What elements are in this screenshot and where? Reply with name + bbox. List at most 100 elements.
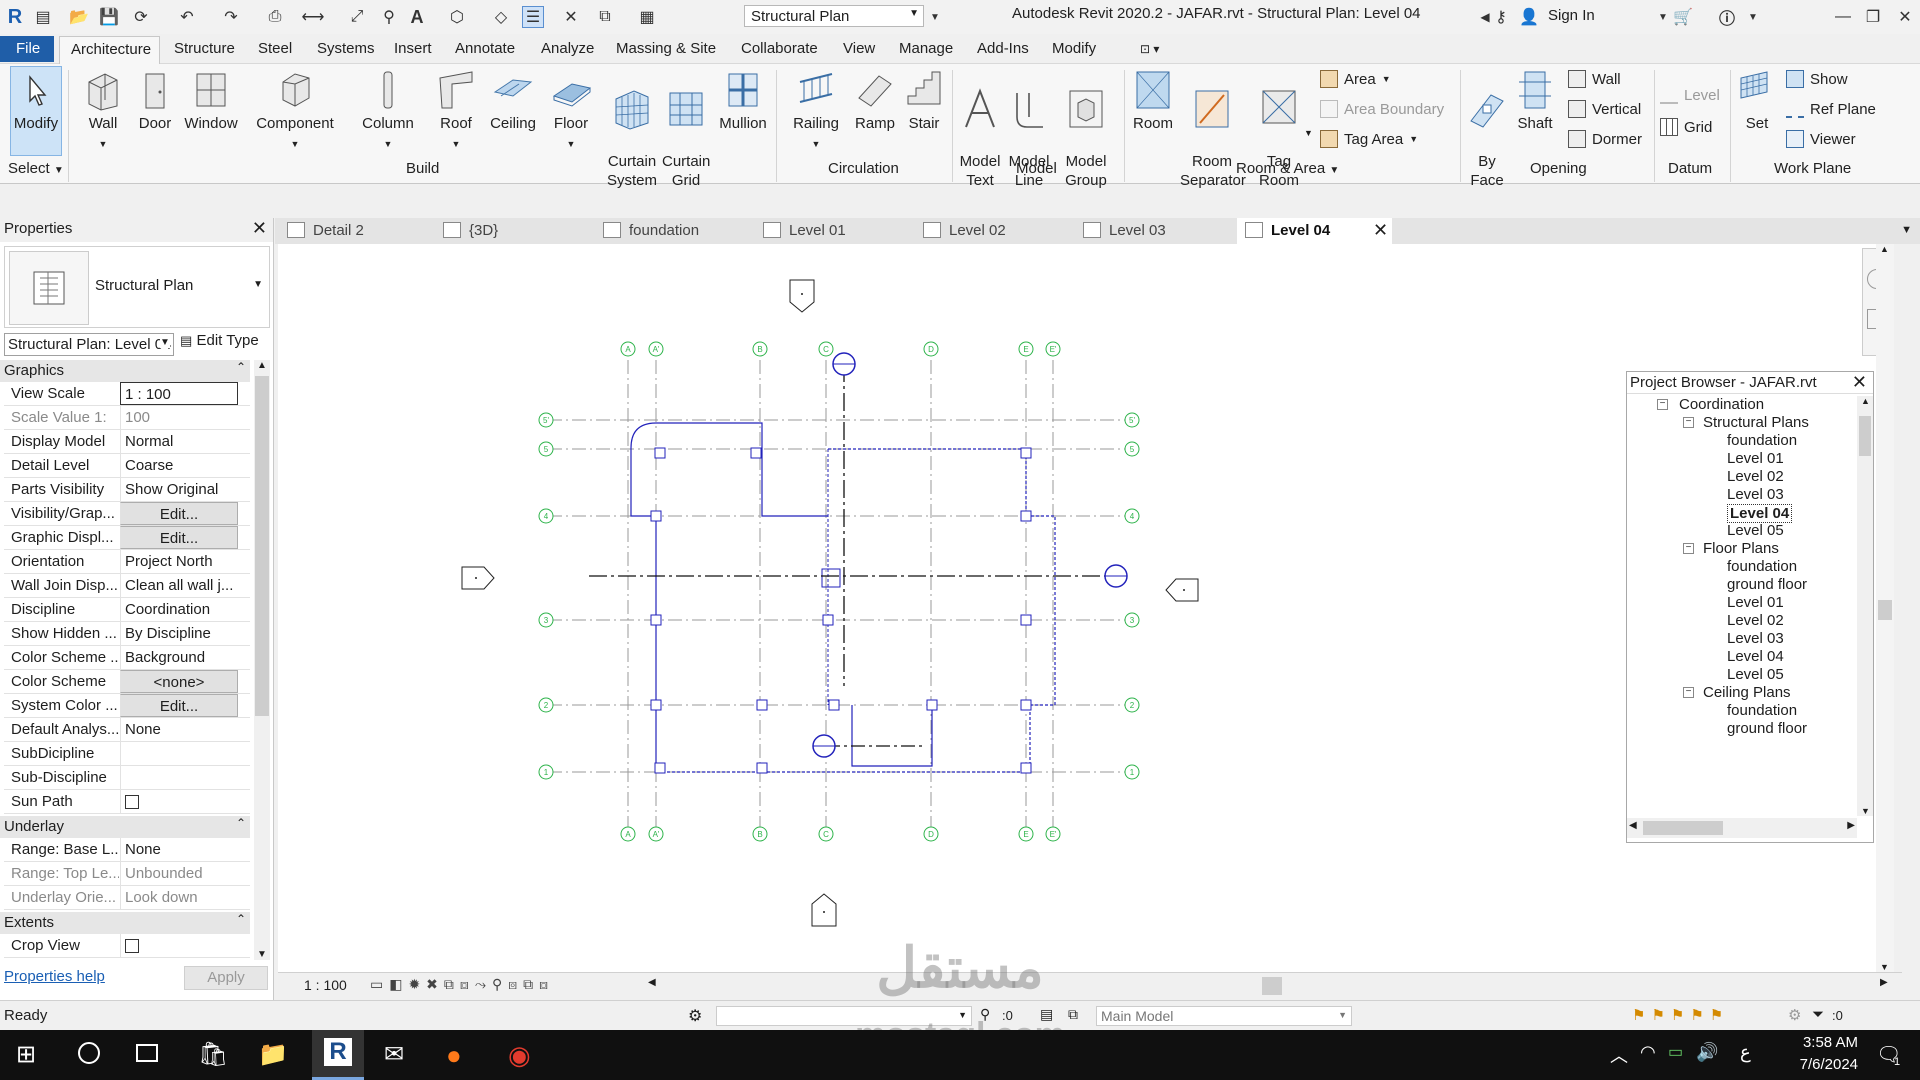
tab-level-03[interactable]: Level 03 (1075, 218, 1172, 244)
file-explorer-icon[interactable]: 📁 (258, 1040, 288, 1069)
browser-item[interactable]: Level 01 (1727, 450, 1784, 467)
ref-plane-button[interactable]: Ref Plane (1786, 100, 1876, 118)
tab-insert[interactable]: Insert (394, 40, 432, 57)
wifi-icon[interactable]: ◠ (1640, 1042, 1656, 1063)
store-icon[interactable]: 🛍 (198, 1040, 228, 1069)
tab-detail-2[interactable]: Detail 2 (279, 218, 370, 244)
browser-item[interactable]: Level 04 (1727, 504, 1793, 523)
close-tab-icon[interactable]: ✕ (1373, 220, 1388, 241)
scrollbar-thumb[interactable] (1878, 600, 1892, 620)
curtain-grid-button[interactable]: Curtain Grid (662, 68, 710, 190)
property-value[interactable] (120, 790, 238, 813)
tab-systems[interactable]: Systems (317, 40, 375, 57)
scroll-left-icon[interactable]: ◀ (1629, 820, 1637, 831)
measure-icon[interactable]: ⟷ (302, 6, 325, 28)
background-process-icon[interactable]: ⚙ (1788, 1006, 1801, 1024)
show-workplane-button[interactable]: Show (1786, 70, 1848, 88)
close-hidden-icon[interactable]: ✕ (560, 6, 582, 28)
roof-button[interactable]: Roof ▼ (436, 68, 476, 154)
checkbox[interactable] (125, 795, 139, 809)
property-value[interactable]: By Discipline (120, 622, 238, 645)
filter-icon[interactable]: ⏷ (1812, 1006, 1824, 1023)
room-separator-button[interactable]: Room Separator (1180, 68, 1246, 190)
property-value[interactable]: None (120, 718, 238, 741)
property-value[interactable]: Coarse (120, 454, 238, 477)
browser-item[interactable]: Level 02 (1727, 612, 1784, 629)
property-value[interactable]: None (120, 838, 238, 861)
battery-icon[interactable]: ▭ (1668, 1042, 1683, 1062)
property-edit-button[interactable]: Edit... (120, 694, 238, 717)
firefox-icon[interactable]: ● (446, 1040, 462, 1071)
sync-icon[interactable]: ⟳ (130, 6, 152, 28)
search-icon[interactable] (78, 1042, 100, 1064)
text-icon[interactable]: A (406, 6, 428, 28)
shaft-button[interactable]: Shaft (1514, 68, 1556, 133)
scroll-down-icon[interactable]: ▼ (1861, 806, 1870, 816)
curtain-system-button[interactable]: Curtain System (606, 68, 658, 190)
view-type-selector[interactable]: Structural Plan ▼ (744, 5, 924, 27)
property-value[interactable]: Background (120, 646, 238, 669)
mail-icon[interactable]: ✉ (384, 1040, 404, 1069)
language-indicator[interactable]: ع (1740, 1042, 1751, 1063)
thin-lines-icon[interactable]: ☰ (522, 6, 544, 28)
ramp-button[interactable]: Ramp (852, 68, 898, 133)
browser-item[interactable]: ground floor (1727, 576, 1807, 593)
tab-foundation[interactable]: foundation (595, 218, 705, 244)
collapse-toggle-icon[interactable]: − (1683, 417, 1694, 428)
property-edit-button[interactable]: <none> (120, 670, 238, 693)
model-text-button[interactable]: Model Text (956, 68, 1004, 190)
scroll-down-icon[interactable]: ▼ (257, 949, 267, 960)
scrollbar-thumb[interactable] (1643, 821, 1723, 835)
properties-scrollbar[interactable]: ▲ ▼ (254, 360, 270, 960)
column-button[interactable]: Column ▼ (360, 68, 416, 154)
tab-list-dropdown-icon[interactable]: ▼ (1901, 224, 1912, 236)
task-view-icon[interactable] (136, 1044, 158, 1062)
vertical-opening-button[interactable]: Vertical (1568, 100, 1641, 118)
tab-analyze[interactable]: Analyze (541, 40, 594, 57)
tab-manage[interactable]: Manage (899, 40, 953, 57)
browser-item[interactable]: Level 04 (1727, 648, 1784, 665)
property-value[interactable]: Project North (120, 550, 238, 573)
mullion-button[interactable]: Mullion (716, 68, 770, 133)
sign-in-link[interactable]: Sign In (1548, 7, 1595, 24)
property-value[interactable]: Clean all wall j... (120, 574, 238, 597)
tab-add-ins[interactable]: Add-Ins (977, 40, 1029, 57)
scroll-right-icon[interactable]: ▶ (1847, 820, 1855, 831)
room-button[interactable]: Room (1130, 68, 1176, 133)
browser-item[interactable]: Level 03 (1727, 486, 1784, 503)
canvas-hscroll-thumb[interactable] (1262, 977, 1282, 995)
volume-icon[interactable]: 🔊 (1696, 1042, 1718, 1063)
room-area-group[interactable]: Room & Area ▼ (1236, 160, 1339, 177)
property-value[interactable]: Normal (120, 430, 238, 453)
browser-item[interactable]: Ceiling Plans (1703, 684, 1791, 701)
scroll-up-icon[interactable]: ▲ (1880, 244, 1889, 254)
browser-item[interactable]: Level 05 (1727, 522, 1784, 539)
tab-collaborate[interactable]: Collaborate (741, 40, 818, 57)
modify-button[interactable]: Modify (10, 66, 62, 156)
canvas-vertical-scrollbar[interactable]: ▲ ▼ (1876, 244, 1894, 972)
property-value[interactable]: Show Original (120, 478, 238, 501)
underlay-section-header[interactable]: Underlay ⌃ (0, 816, 250, 838)
ribbon-minimize-toggle-icon[interactable]: ⊡ ▾ (1140, 42, 1159, 56)
property-edit-button[interactable]: Edit... (120, 526, 238, 549)
property-value[interactable] (120, 934, 238, 957)
tile-icon[interactable]: ▦ (636, 6, 658, 28)
scroll-right-icon[interactable]: ▶ (1880, 977, 1888, 988)
tab-modify[interactable]: Modify (1052, 40, 1096, 57)
save-icon[interactable]: 💾 (98, 6, 120, 28)
key-icon[interactable]: ⚷ (1490, 6, 1512, 28)
collapse-toggle-icon[interactable]: − (1657, 399, 1668, 410)
model-group-button[interactable]: Model Group (1062, 68, 1110, 190)
tag-area-button[interactable]: Tag Area ▼ (1320, 130, 1418, 148)
property-value[interactable]: 100 (120, 406, 238, 429)
window-button[interactable]: Window (181, 68, 241, 133)
area-boundary-button[interactable]: Area Boundary (1320, 100, 1444, 118)
tag-room-dropdown-icon[interactable]: ▼ (1304, 128, 1313, 138)
chrome-icon[interactable]: ◉ (508, 1040, 531, 1071)
area-button[interactable]: Area ▼ (1320, 70, 1391, 88)
tag-icon[interactable]: ⚲ (378, 6, 400, 28)
tab-level-02[interactable]: Level 02 (915, 218, 1012, 244)
tab-architecture[interactable]: Architecture (59, 36, 160, 64)
user-icon[interactable]: 👤 (1518, 6, 1540, 28)
browser-item[interactable]: Level 03 (1727, 630, 1784, 647)
